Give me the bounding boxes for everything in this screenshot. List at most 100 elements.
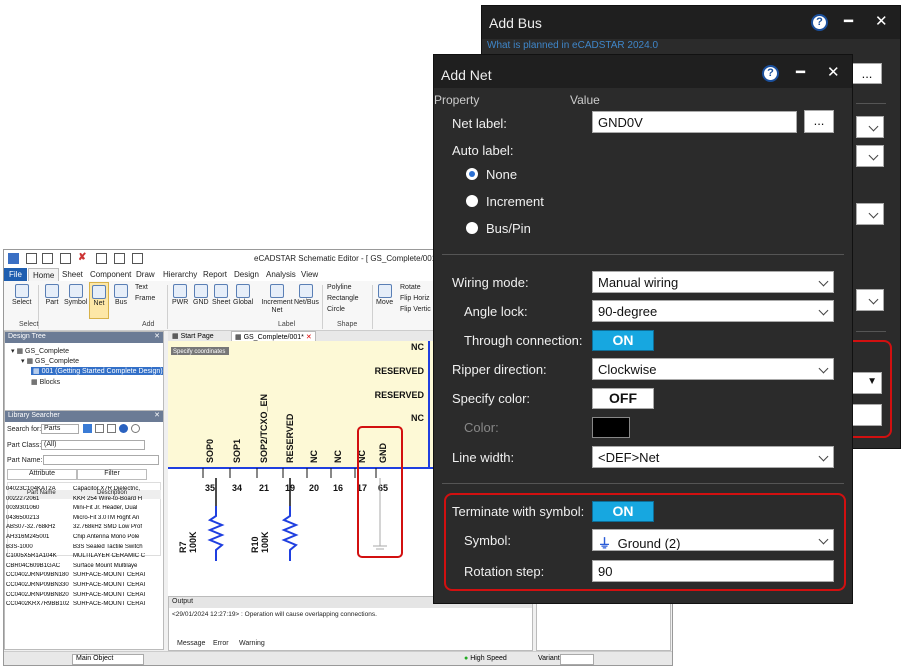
filter-tab[interactable]: Filter — [77, 469, 147, 480]
table-row[interactable]: 04023C104KAT2A Capacitor X7R Dielectric, — [6, 486, 156, 496]
tree-node-design[interactable]: ▾ ▦ GS_Complete — [21, 357, 79, 365]
minimize-icon[interactable]: ━ — [844, 12, 853, 30]
table-row[interactable]: 0436500213 Micro-Fit 3.0TM Right An — [6, 515, 156, 525]
pwr-button[interactable]: PWR — [172, 284, 188, 306]
tab-sheet[interactable]: Sheet — [62, 270, 83, 279]
search-icon[interactable] — [83, 424, 92, 433]
table-row[interactable]: 0022272061 KKR 254 Wire-to-Board H — [6, 496, 156, 506]
auto-label-none-radio[interactable] — [466, 168, 478, 180]
close-icon[interactable]: ✕ — [154, 332, 160, 340]
flip-vertical-button[interactable]: Flip Vertic — [400, 306, 431, 313]
table-row[interactable]: 0039301060 Mini-Fit Jr. Header, Dual — [6, 505, 156, 515]
tab-file[interactable]: File — [4, 268, 27, 281]
filter-icon[interactable] — [95, 424, 104, 433]
bus-button[interactable]: Bus — [114, 284, 128, 306]
sheet-button[interactable]: Sheet — [212, 284, 230, 306]
part-name-input[interactable] — [43, 455, 159, 465]
rotate-button[interactable]: Rotate — [400, 284, 421, 291]
table-row[interactable]: CC0402JRNP09BN330 SURFACE-MOUNT CERAI — [6, 582, 156, 592]
redo-icon[interactable] — [60, 253, 71, 264]
text-button[interactable]: Text — [135, 284, 148, 291]
auto-label-increment-radio[interactable] — [466, 195, 478, 207]
attribute-tab[interactable]: Attribute — [7, 469, 77, 480]
tab-design[interactable]: Design — [234, 270, 259, 279]
tab-hierarchy[interactable]: Hierarchy — [163, 270, 197, 279]
net-button[interactable]: Net — [89, 282, 109, 319]
part-button[interactable]: Part — [45, 284, 59, 306]
bus-symbol-select[interactable]: ▼ — [852, 372, 882, 394]
table-row[interactable]: ABS07-32.768kHz 32.768kHz SMD Low Prof — [6, 524, 156, 534]
mode-select[interactable]: Main Object — [72, 654, 144, 665]
bus-dropdown-2[interactable] — [856, 145, 884, 167]
ripper-direction-dropdown[interactable]: Clockwise — [592, 358, 834, 380]
net-label-input[interactable]: GND0V — [592, 111, 797, 133]
tree-node-blocks[interactable]: ▦ Blocks — [31, 378, 60, 386]
increment-net-button[interactable]: Increment Net — [261, 284, 293, 315]
net-bus-button[interactable]: Net/Bus — [294, 284, 319, 306]
symbol-dropdown[interactable]: ⏚ Ground (2) — [592, 529, 834, 551]
circle-button[interactable]: Circle — [327, 306, 345, 313]
bus-dropdown-3[interactable] — [856, 203, 884, 225]
grid-icon[interactable] — [114, 253, 125, 264]
move-button[interactable]: Move — [376, 284, 393, 306]
table-row[interactable]: CC0402JRNP09BN820 SURFACE-MOUNT CERAI — [6, 592, 156, 602]
resistor-r7[interactable] — [207, 506, 225, 561]
frame-button[interactable]: Frame — [135, 295, 155, 302]
table-row[interactable]: CC0402KRX7R9BB102 SURFACE-MOUNT CERAI — [6, 601, 156, 611]
angle-lock-dropdown[interactable]: 90-degree — [592, 300, 834, 322]
tab-component[interactable]: Component — [90, 270, 131, 279]
table-row[interactable]: C1005X5R1A104K MULTILAYER CERAMIC C — [6, 553, 156, 563]
output-tab-message[interactable]: Message — [177, 640, 205, 647]
save-icon[interactable] — [26, 253, 37, 264]
flip-horizontal-button[interactable]: Flip Horiz — [400, 295, 430, 302]
part-class-select[interactable]: (All) — [41, 440, 145, 450]
resistor-r10[interactable] — [281, 506, 299, 561]
tool-icon[interactable] — [96, 253, 107, 264]
tab-home[interactable]: Home — [28, 268, 60, 281]
rotation-step-input[interactable]: 90 — [592, 560, 834, 582]
tab-view[interactable]: View — [301, 270, 318, 279]
line-width-dropdown[interactable]: <DEF>Net — [592, 446, 834, 468]
close-icon[interactable]: ✕ — [875, 12, 888, 30]
variant-select[interactable] — [560, 654, 594, 665]
bus-rotation-field[interactable] — [852, 404, 882, 426]
symbol-button[interactable]: Symbol — [64, 284, 87, 306]
output-tab-warning[interactable]: Warning — [239, 640, 265, 647]
settings-icon[interactable] — [131, 424, 140, 433]
terminate-with-symbol-toggle[interactable]: ON — [592, 501, 654, 522]
through-connection-toggle[interactable]: ON — [592, 330, 654, 351]
close-icon[interactable]: ✕ — [154, 411, 160, 419]
gnd-button[interactable]: GND — [193, 284, 209, 306]
specify-color-toggle[interactable]: OFF — [592, 388, 654, 409]
undo-icon[interactable] — [42, 253, 53, 264]
delete-icon[interactable]: ✘ — [78, 252, 89, 263]
tree-node-project[interactable]: ▾ ▦ GS_Complete — [11, 347, 69, 355]
tab-draw[interactable]: Draw — [136, 270, 155, 279]
table-row[interactable]: CBR04C609B1GAC Surface Mount Multilaye — [6, 563, 156, 573]
table-row[interactable]: AH316M245001 Chip Antenna Mono Pole — [6, 534, 156, 544]
close-icon[interactable]: ✕ — [827, 63, 840, 81]
bus-dropdown-1[interactable] — [856, 116, 884, 138]
tab-start-page[interactable]: ▦ Start Page — [172, 332, 214, 340]
bus-dropdown-4[interactable] — [856, 289, 884, 311]
tree-node-sheet[interactable]: ▦ 001 (Getting Started Complete Design) — [31, 367, 163, 375]
select-button[interactable]: Select — [12, 284, 31, 306]
close-icon[interactable]: ✕ — [306, 334, 312, 341]
table-row[interactable]: B3S-1000 B3S Sealed Tactile Switch — [6, 544, 156, 554]
tab-report[interactable]: Report — [203, 270, 227, 279]
auto-label-bus-pin-radio[interactable] — [466, 222, 478, 234]
help-icon[interactable]: ? — [762, 65, 779, 82]
wiring-mode-dropdown[interactable]: Manual wiring — [592, 271, 834, 293]
global-button[interactable]: Global — [233, 284, 253, 306]
minimize-icon[interactable]: ━ — [796, 63, 805, 81]
measure-icon[interactable] — [132, 253, 143, 264]
output-tab-error[interactable]: Error — [213, 640, 229, 647]
bus-browse-button[interactable]: ... — [852, 63, 882, 84]
edit-icon[interactable] — [107, 424, 116, 433]
help-icon[interactable]: ? — [811, 14, 828, 31]
polyline-button[interactable]: Polyline — [327, 284, 352, 291]
rectangle-button[interactable]: Rectangle — [327, 295, 359, 302]
info-icon[interactable] — [119, 424, 128, 433]
net-label-browse-button[interactable]: ... — [804, 110, 834, 133]
table-row[interactable]: CC0402JRNP09BN180 SURFACE-MOUNT CERAI — [6, 572, 156, 582]
